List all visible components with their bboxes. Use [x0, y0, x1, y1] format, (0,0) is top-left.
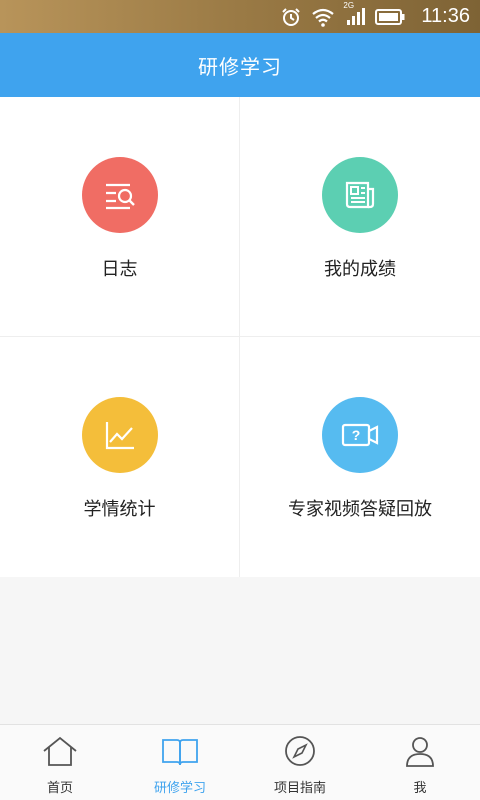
compass-icon: [281, 735, 319, 771]
network-type: 2G: [343, 0, 355, 10]
menu-label: 我的成绩: [324, 259, 396, 280]
menu-item-statistics[interactable]: 学情统计: [0, 337, 240, 577]
search-list-icon: [81, 157, 158, 233]
home-icon: [41, 735, 79, 771]
alarm-icon: [281, 7, 301, 27]
nav-item-home[interactable]: 首页: [0, 725, 120, 800]
signal-icon: 2G: [343, 1, 366, 27]
menu-item-grades[interactable]: 我的成绩: [240, 97, 480, 337]
page-title: 研修学习: [198, 54, 282, 79]
question-video-icon: ?: [322, 397, 398, 473]
book-icon: [161, 735, 199, 771]
menu-item-journal[interactable]: 日志: [0, 97, 240, 337]
user-icon: [401, 735, 439, 771]
nav-label: 研修学习: [153, 781, 206, 796]
newspaper-icon: [322, 157, 398, 233]
nav-label: 我: [413, 781, 427, 796]
nav-label: 首页: [46, 781, 73, 796]
status-bar: 2G 11:36: [0, 0, 480, 33]
menu-label: 学情统计: [83, 499, 156, 520]
battery-icon: [375, 8, 405, 26]
menu-label: 日志: [101, 259, 138, 280]
nav-item-me[interactable]: 我: [360, 725, 480, 800]
nav-label: 项目指南: [273, 781, 326, 796]
app-header: 研修学习: [0, 33, 480, 97]
nav-item-study[interactable]: 研修学习: [120, 725, 240, 800]
wifi-icon: [311, 7, 335, 27]
menu-item-expert-video[interactable]: ? 专家视频答疑回放: [240, 337, 480, 577]
line-chart-icon: [81, 397, 158, 473]
status-time: 11:36: [421, 5, 470, 27]
bottom-nav: 首页 研修学习 项目指南 我: [0, 724, 480, 800]
menu-label: 专家视频答疑回放: [288, 499, 432, 520]
nav-item-guide[interactable]: 项目指南: [240, 725, 360, 800]
svg-text:?: ?: [352, 427, 361, 443]
menu-grid: 日志 我的成绩 学情统计 ? 专家视频答疑回放: [0, 97, 480, 577]
